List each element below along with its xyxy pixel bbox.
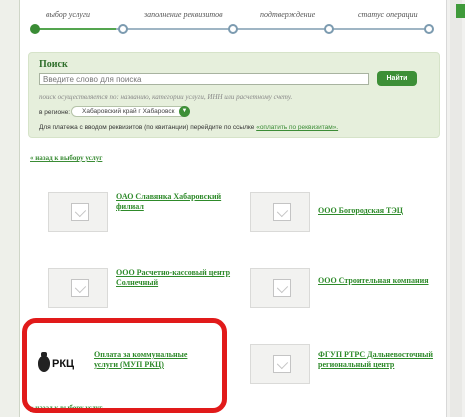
provider-logo-placeholder bbox=[250, 344, 310, 384]
step-dot-5 bbox=[424, 24, 434, 34]
step-dot-4 bbox=[324, 24, 334, 34]
provider-link[interactable]: ООО Строительная компания bbox=[318, 276, 438, 286]
progress-line-pending bbox=[116, 28, 432, 30]
search-title: Поиск bbox=[39, 59, 68, 70]
region-label: в регионе: bbox=[39, 109, 71, 116]
provider-item[interactable]: ООО Богородская ТЭЦ bbox=[250, 192, 440, 242]
requisites-note: Для платежа с вводом реквизитов (по квит… bbox=[39, 124, 338, 131]
pay-by-requisites-link[interactable]: «оплатить по реквизитам». bbox=[256, 124, 338, 131]
provider-link[interactable]: ОАО Славянка Хабаровский филиал bbox=[116, 192, 236, 212]
step-dot-2 bbox=[118, 24, 128, 34]
highlight-box bbox=[22, 318, 227, 413]
scrollbar-track[interactable] bbox=[450, 0, 462, 417]
provider-link[interactable]: ООО Богородская ТЭЦ bbox=[318, 206, 438, 216]
find-button[interactable]: Найти bbox=[377, 71, 417, 86]
provider-logo-placeholder bbox=[48, 268, 108, 308]
step-dot-1 bbox=[30, 24, 40, 34]
provider-logo-placeholder bbox=[48, 192, 108, 232]
corner-indicator bbox=[456, 4, 465, 18]
step-confirmation: подтверждение bbox=[260, 10, 316, 19]
image-placeholder-icon bbox=[71, 279, 89, 297]
step-operation-status: статус операции bbox=[358, 10, 418, 19]
scrollbar[interactable] bbox=[446, 0, 465, 417]
left-panel-edge bbox=[0, 0, 20, 417]
provider-logo-placeholder bbox=[250, 268, 310, 308]
step-dot-3 bbox=[228, 24, 238, 34]
provider-logo-placeholder bbox=[250, 192, 310, 232]
image-placeholder-icon bbox=[273, 279, 291, 297]
step-fill-requisites: заполнение реквизитов bbox=[144, 10, 223, 19]
step-choose-service: выбор услуги bbox=[46, 10, 90, 19]
provider-item[interactable]: ООО Строительная компания bbox=[250, 268, 440, 318]
provider-link[interactable]: ФГУП РТРС Дальневосточный региональный ц… bbox=[318, 350, 438, 370]
progress-steps: выбор услуги заполнение реквизитов подтв… bbox=[28, 10, 440, 40]
chevron-down-icon[interactable]: ▼ bbox=[179, 106, 190, 117]
region-select[interactable]: Хабаровский край г Хабаровск bbox=[71, 106, 189, 117]
requisites-text: Для платежа с вводом реквизитов (по квит… bbox=[39, 124, 255, 131]
provider-item[interactable]: ФГУП РТРС Дальневосточный региональный ц… bbox=[250, 344, 440, 394]
provider-item[interactable]: ОАО Славянка Хабаровский филиал bbox=[48, 192, 238, 242]
image-placeholder-icon bbox=[273, 203, 291, 221]
search-hint: поиск осуществляется по: названию, катег… bbox=[39, 93, 293, 101]
image-placeholder-icon bbox=[71, 203, 89, 221]
provider-item[interactable]: ООО Расчетно-кассовый центр Солнечный bbox=[48, 268, 238, 318]
back-to-services-link[interactable]: « назад к выбору услуг bbox=[30, 154, 102, 162]
search-input[interactable] bbox=[39, 73, 369, 85]
provider-link[interactable]: ООО Расчетно-кассовый центр Солнечный bbox=[116, 268, 236, 288]
search-panel: Поиск Найти поиск осуществляется по: наз… bbox=[28, 52, 440, 138]
image-placeholder-icon bbox=[273, 355, 291, 373]
